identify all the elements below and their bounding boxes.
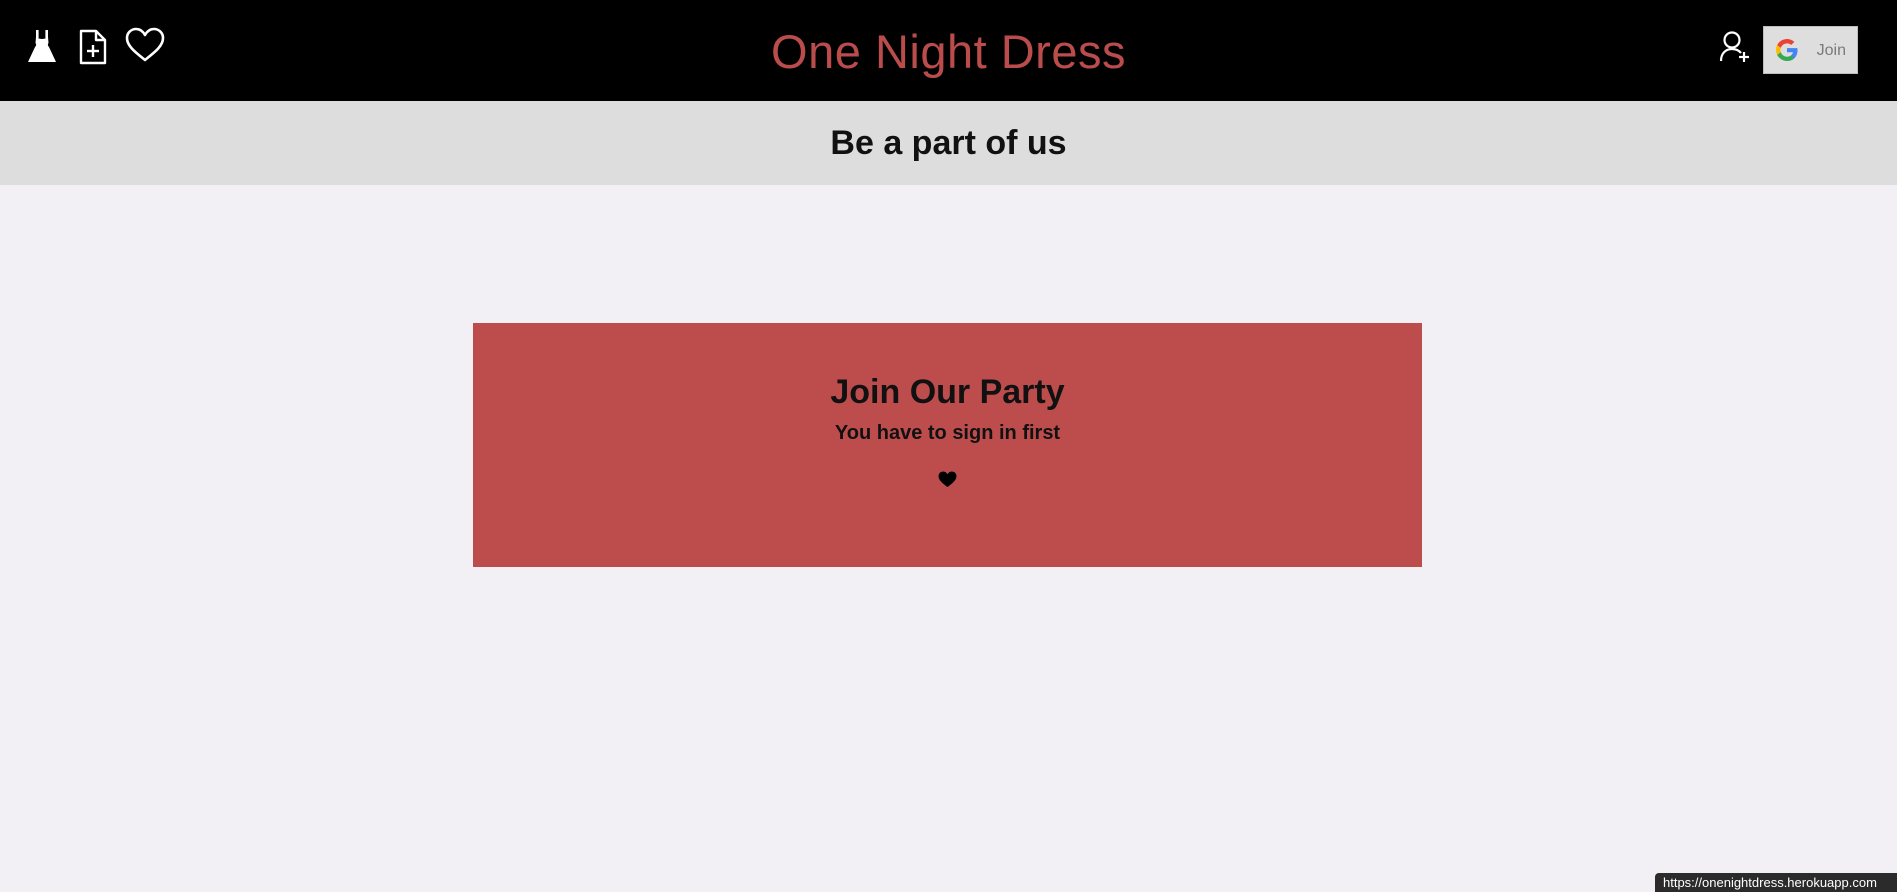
- add-user-icon[interactable]: [1719, 30, 1751, 64]
- google-g-icon: [1776, 39, 1798, 64]
- subheader-banner: Be a part of us: [0, 101, 1897, 185]
- heart-icon[interactable]: [125, 27, 165, 63]
- add-document-icon[interactable]: [79, 29, 107, 65]
- card-title: Join Our Party: [830, 373, 1065, 411]
- page-title: Be a part of us: [830, 124, 1067, 162]
- join-party-card: Join Our Party You have to sign in first: [473, 323, 1422, 567]
- top-navbar: One Night Dress Join: [0, 0, 1897, 101]
- google-join-label: Join: [1816, 42, 1846, 59]
- status-bar-url: https://onenightdress.herokuapp.com: [1655, 873, 1897, 892]
- brand-title: One Night Dress: [771, 25, 1126, 78]
- card-subtitle: You have to sign in first: [834, 422, 1061, 444]
- heart-icon[interactable]: [938, 471, 957, 493]
- dress-icon[interactable]: [27, 30, 57, 64]
- google-join-button[interactable]: Join: [1763, 26, 1858, 74]
